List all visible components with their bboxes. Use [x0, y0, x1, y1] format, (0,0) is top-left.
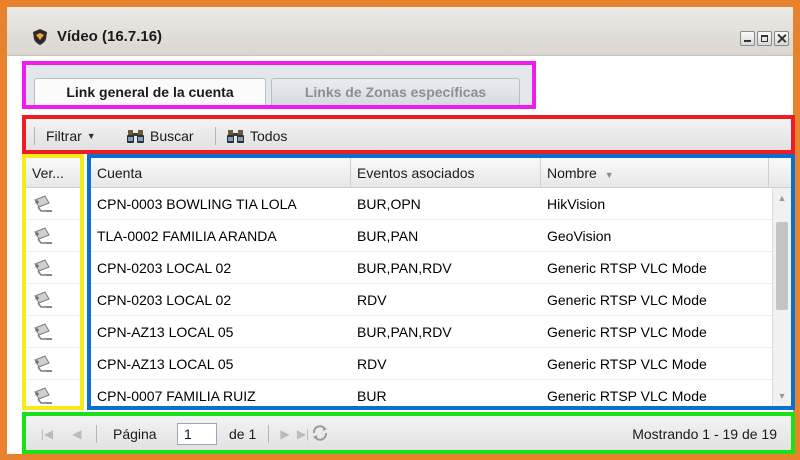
sort-desc-icon: ▼: [604, 170, 614, 180]
page-number-input[interactable]: 1: [177, 423, 217, 445]
column-header-nombre-label: Nombre: [547, 165, 597, 181]
cell-eventos: BUR: [357, 388, 387, 404]
cell-eventos: BUR,PAN,RDV: [357, 260, 452, 276]
refresh-icon[interactable]: [309, 422, 331, 444]
camera-icon[interactable]: [32, 386, 54, 406]
pager-separator: [96, 425, 97, 443]
table-row[interactable]: CPN-0203 LOCAL 02 RDV Generic RTSP VLC Mod…: [91, 284, 773, 316]
camera-icon[interactable]: [32, 226, 54, 246]
cell-nombre: Generic RTSP VLC Mode: [547, 292, 707, 308]
filter-label: Filtrar: [46, 128, 82, 144]
cell-eventos: BUR,PAN,RDV: [357, 324, 452, 340]
cell-nombre: Generic RTSP VLC Mode: [547, 324, 707, 340]
search-label: Buscar: [150, 128, 194, 144]
cell-nombre: HikVision: [547, 196, 606, 212]
cell-cuenta: CPN-0203 LOCAL 02: [97, 292, 232, 308]
view-cell[interactable]: [26, 220, 80, 252]
camera-icon[interactable]: [32, 322, 54, 342]
tab-links-zonas[interactable]: Links de Zonas específicas: [271, 78, 520, 105]
window-titlebar[interactable]: Vídeo (16.7.16): [7, 7, 793, 56]
column-header-ver[interactable]: Ver...: [26, 158, 80, 188]
view-column: Ver...: [22, 154, 84, 410]
view-cell[interactable]: [26, 284, 80, 316]
minimize-button[interactable]: [740, 31, 755, 46]
table-row[interactable]: CPN-0203 LOCAL 02 BUR,PAN,RDV Generic RTSP…: [91, 252, 773, 284]
binoculars-icon: [127, 130, 144, 143]
cell-cuenta: CPN-0003 BOWLING TIA LOLA: [97, 196, 297, 212]
pagination-bar: |◀ ◀ Página 1 de 1 ▶ ▶| Mostrando 1 - 19…: [22, 412, 795, 454]
scroll-down-arrow-icon[interactable]: ▼: [773, 388, 791, 404]
view-cell[interactable]: [26, 188, 80, 220]
cell-eventos: BUR,OPN: [357, 196, 421, 212]
cell-eventos: RDV: [357, 292, 387, 308]
pager-separator: [268, 425, 269, 443]
binoculars-icon: [227, 130, 244, 143]
tab-strip: Link general de la cuenta Links de Zonas…: [22, 61, 536, 109]
cell-cuenta: TLA-0002 FAMILIA ARANDA: [97, 228, 277, 244]
search-button[interactable]: Buscar: [126, 126, 194, 146]
cell-nombre: Generic RTSP VLC Mode: [547, 388, 707, 404]
page-label: Página: [113, 426, 157, 442]
camera-icon[interactable]: [32, 290, 54, 310]
dropdown-caret-icon: ▼: [86, 131, 96, 141]
scroll-up-arrow-icon[interactable]: ▲: [773, 190, 791, 206]
toolbar-separator: [34, 127, 35, 145]
paging-status: Mostrando 1 - 19 de 19: [632, 426, 777, 442]
camera-icon[interactable]: [32, 258, 54, 278]
cell-nombre: Generic RTSP VLC Mode: [547, 260, 707, 276]
first-page-icon[interactable]: |◀: [38, 425, 56, 443]
cell-nombre: GeoVision: [547, 228, 612, 244]
prev-page-icon[interactable]: ◀: [68, 425, 86, 443]
table-row[interactable]: TLA-0002 FAMILIA ARANDA BUR,PAN GeoVision: [91, 220, 773, 252]
camera-icon[interactable]: [32, 194, 54, 214]
grid-toolbar: Filtrar ▼ Buscar Todos: [22, 115, 795, 154]
cell-cuenta: CPN-0203 LOCAL 02: [97, 260, 232, 276]
table-row[interactable]: CPN-0003 BOWLING TIA LOLA BUR,OPN HikVisio…: [91, 188, 773, 220]
next-page-icon[interactable]: ▶: [276, 425, 294, 443]
page-count-label: de 1: [229, 426, 257, 442]
view-cell[interactable]: [26, 348, 80, 380]
grid-header: Cuenta Eventos asociados Nombre ▼: [91, 158, 791, 188]
cell-cuenta: CPN-AZ13 LOCAL 05: [97, 356, 234, 372]
tab-link-general[interactable]: Link general de la cuenta: [34, 78, 266, 105]
view-cell[interactable]: [26, 252, 80, 284]
toolbar-separator: [215, 127, 216, 145]
window-title: Vídeo (16.7.16): [57, 28, 163, 45]
camera-icon[interactable]: [32, 354, 54, 374]
maximize-button[interactable]: [757, 31, 772, 46]
view-cell[interactable]: [26, 316, 80, 348]
filter-menu-button[interactable]: Filtrar ▼: [46, 126, 96, 146]
view-cell[interactable]: [26, 380, 80, 406]
table-row[interactable]: CPN-AZ13 LOCAL 05 RDV Generic RTSP VLC Mod…: [91, 348, 773, 380]
cell-nombre: Generic RTSP VLC Mode: [547, 356, 707, 372]
app-shield-icon: [33, 29, 47, 45]
table-row[interactable]: CPN-0007 FAMILIA RUIZ BUR Generic RTSP VLC…: [91, 380, 773, 406]
grid-scrollbar[interactable]: ▲ ▼: [772, 188, 791, 406]
cell-cuenta: CPN-0007 FAMILIA RUIZ: [97, 388, 256, 404]
cell-eventos: RDV: [357, 356, 387, 372]
scrollbar-thumb[interactable]: [776, 222, 788, 310]
column-header-cuenta[interactable]: Cuenta: [91, 158, 351, 188]
close-button[interactable]: [774, 31, 789, 46]
show-all-label: Todos: [250, 128, 288, 144]
column-header-nombre[interactable]: Nombre ▼: [541, 158, 769, 188]
cell-eventos: BUR,PAN: [357, 228, 419, 244]
show-all-button[interactable]: Todos: [226, 126, 287, 146]
table-row[interactable]: CPN-AZ13 LOCAL 05 BUR,PAN,RDV Generic RTSP…: [91, 316, 773, 348]
cell-cuenta: CPN-AZ13 LOCAL 05: [97, 324, 234, 340]
column-header-eventos[interactable]: Eventos asociados: [351, 158, 541, 188]
results-grid: Cuenta Eventos asociados Nombre ▼ CPN-00…: [87, 154, 795, 410]
